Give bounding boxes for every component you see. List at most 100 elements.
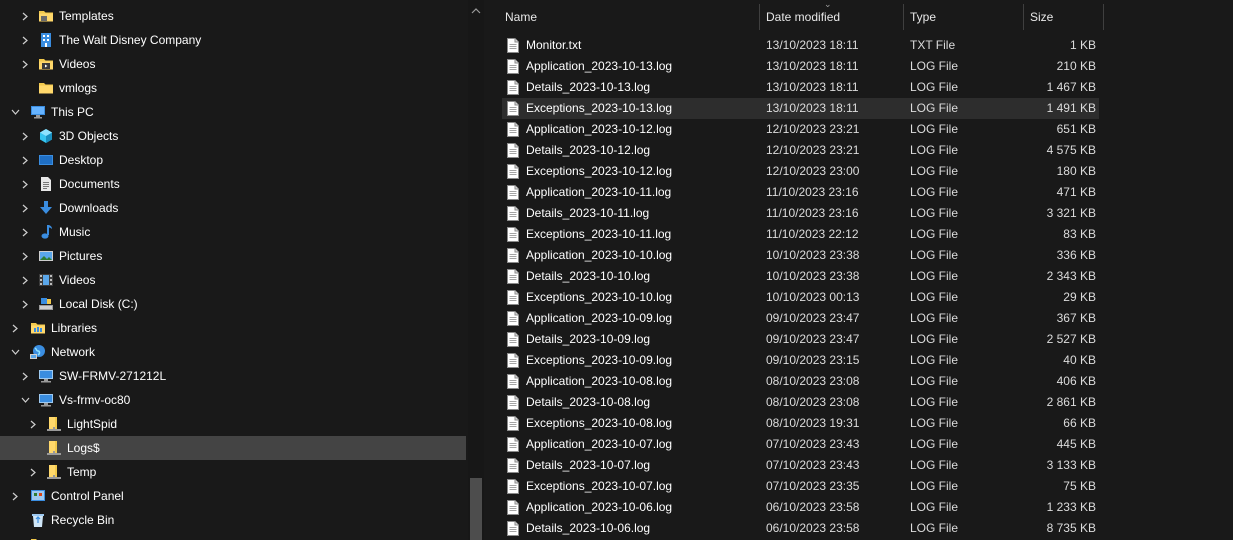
nav-item-videos[interactable]: Videos	[0, 52, 466, 76]
column-header-date-modified[interactable]: Date modified	[766, 0, 840, 34]
file-row[interactable]: Application_2023-10-11.log 11/10/2023 23:…	[502, 182, 1099, 203]
nav-item-music[interactable]: Music	[0, 220, 466, 244]
nav-item-desktop[interactable]: Desktop	[0, 148, 466, 172]
file-row[interactable]: Details_2023-10-07.log 07/10/2023 23:43 LO…	[502, 455, 1099, 476]
chevron-right-icon[interactable]	[20, 292, 30, 316]
file-name: Application_2023-10-09.log	[526, 311, 673, 325]
computer-icon	[38, 368, 54, 384]
file-row[interactable]: Application_2023-10-13.log 13/10/2023 18:…	[502, 56, 1099, 77]
nav-item-local-disk-c[interactable]: Local Disk (C:)	[0, 292, 466, 316]
nav-item-blank[interactable]	[0, 532, 466, 540]
file-size: 336 KB	[1056, 248, 1096, 262]
file-row[interactable]: Exceptions_2023-10-10.log 10/10/2023 00:1…	[502, 287, 1099, 308]
nav-item-control-panel[interactable]: Control Panel	[0, 484, 466, 508]
chevron-right-icon[interactable]	[20, 148, 30, 172]
nav-item-templates[interactable]: Templates	[0, 4, 466, 28]
column-header-type[interactable]: Type	[910, 0, 936, 34]
chevron-right-icon[interactable]	[10, 316, 20, 340]
file-row[interactable]: Details_2023-10-08.log 08/10/2023 23:08 LO…	[502, 392, 1099, 413]
file-type: LOG File	[910, 206, 959, 220]
file-date-modified: 09/10/2023 23:15	[766, 353, 860, 367]
scroll-up-arrow-icon[interactable]	[471, 8, 481, 14]
nav-item-label: SW-FRMV-271212L	[59, 369, 167, 383]
nav-item-lightspid[interactable]: LightSpid	[0, 412, 466, 436]
nav-item-vmlogs[interactable]: vmlogs	[0, 76, 466, 100]
chevron-right-icon[interactable]	[20, 28, 30, 52]
nav-item-recycle-bin[interactable]: Recycle Bin	[0, 508, 466, 532]
nav-item-temp[interactable]: Temp	[0, 460, 466, 484]
file-name: Details_2023-10-08.log	[526, 395, 651, 409]
nav-item-label: Temp	[67, 465, 97, 479]
network-icon	[30, 344, 46, 360]
column-divider[interactable]	[759, 4, 760, 30]
nav-item-label: Logs$	[67, 441, 100, 455]
file-row[interactable]: Details_2023-10-12.log 12/10/2023 23:21 LO…	[502, 140, 1099, 161]
chevron-right-icon[interactable]	[10, 532, 20, 540]
file-name: Application_2023-10-13.log	[526, 59, 673, 73]
file-row[interactable]: Application_2023-10-06.log 06/10/2023 23:…	[502, 497, 1099, 518]
file-row[interactable]: Exceptions_2023-10-13.log 13/10/2023 18:1…	[502, 98, 1099, 119]
column-header-name[interactable]: Name	[505, 0, 537, 34]
file-row[interactable]: Exceptions_2023-10-08.log 08/10/2023 19:3…	[502, 413, 1099, 434]
nav-item-downloads[interactable]: Downloads	[0, 196, 466, 220]
chevron-right-icon[interactable]	[20, 244, 30, 268]
chevron-right-icon[interactable]	[20, 268, 30, 292]
file-size: 2 527 KB	[1046, 332, 1096, 346]
column-divider[interactable]	[1023, 4, 1024, 30]
chevron-down-icon[interactable]	[10, 100, 20, 124]
nav-item-network[interactable]: Network	[0, 340, 466, 364]
file-row[interactable]: Exceptions_2023-10-07.log 07/10/2023 23:3…	[502, 476, 1099, 497]
file-row[interactable]: Monitor.txt 13/10/2023 18:11 TXT File 1 KB	[502, 35, 1099, 56]
file-row[interactable]: Exceptions_2023-10-11.log 11/10/2023 22:1…	[502, 224, 1099, 245]
chevron-right-icon[interactable]	[28, 412, 38, 436]
nav-item-documents[interactable]: Documents	[0, 172, 466, 196]
nav-item-3d-objects[interactable]: 3D Objects	[0, 124, 466, 148]
file-row[interactable]: Application_2023-10-12.log 12/10/2023 23:…	[502, 119, 1099, 140]
file-row[interactable]: Details_2023-10-13.log 13/10/2023 18:11 LO…	[502, 77, 1099, 98]
file-size: 180 KB	[1056, 164, 1096, 178]
chevron-right-icon[interactable]	[28, 460, 38, 484]
file-type: LOG File	[910, 332, 959, 346]
nav-item-the-walt-disney-company[interactable]: The Walt Disney Company	[0, 28, 466, 52]
libraries-icon	[30, 320, 46, 336]
column-divider[interactable]	[903, 4, 904, 30]
file-type: LOG File	[910, 353, 959, 367]
chevron-right-icon[interactable]	[20, 364, 30, 388]
file-name: Application_2023-10-08.log	[526, 374, 673, 388]
file-row[interactable]: Details_2023-10-11.log 11/10/2023 23:16 LO…	[502, 203, 1099, 224]
text-file-icon	[507, 80, 519, 95]
file-row[interactable]: Application_2023-10-08.log 08/10/2023 23:…	[502, 371, 1099, 392]
file-row[interactable]: Exceptions_2023-10-12.log 12/10/2023 23:0…	[502, 161, 1099, 182]
nav-item-videos[interactable]: Videos	[0, 268, 466, 292]
file-row[interactable]: Application_2023-10-09.log 09/10/2023 23:…	[502, 308, 1099, 329]
nav-item-this-pc[interactable]: This PC	[0, 100, 466, 124]
file-row[interactable]: Exceptions_2023-10-09.log 09/10/2023 23:1…	[502, 350, 1099, 371]
chevron-down-icon[interactable]	[20, 388, 30, 412]
file-date-modified: 06/10/2023 23:58	[766, 500, 860, 514]
nav-item-vs-frmv-oc80[interactable]: Vs-frmv-oc80	[0, 388, 466, 412]
file-row[interactable]: Application_2023-10-07.log 07/10/2023 23:…	[502, 434, 1099, 455]
chevron-right-icon[interactable]	[20, 220, 30, 244]
chevron-right-icon[interactable]	[20, 172, 30, 196]
nav-item-pictures[interactable]: Pictures	[0, 244, 466, 268]
column-divider[interactable]	[1103, 4, 1104, 30]
nav-item-label: This PC	[51, 105, 94, 119]
chevron-down-icon[interactable]	[10, 340, 20, 364]
nav-item-logs[interactable]: Logs$	[0, 436, 466, 460]
file-row[interactable]: Details_2023-10-06.log 06/10/2023 23:58 LO…	[502, 518, 1099, 539]
nav-item-sw-frmv-271212l[interactable]: SW-FRMV-271212L	[0, 364, 466, 388]
chevron-right-icon[interactable]	[20, 4, 30, 28]
file-row[interactable]: Details_2023-10-10.log 10/10/2023 23:38 LO…	[502, 266, 1099, 287]
column-header-size[interactable]: Size	[1030, 0, 1053, 34]
navigation-scrollbar[interactable]	[468, 0, 484, 540]
nav-item-libraries[interactable]: Libraries	[0, 316, 466, 340]
chevron-right-icon[interactable]	[20, 52, 30, 76]
chevron-right-icon[interactable]	[20, 124, 30, 148]
scrollbar-thumb[interactable]	[470, 478, 482, 540]
chevron-right-icon[interactable]	[10, 484, 20, 508]
file-row[interactable]: Application_2023-10-10.log 10/10/2023 23:…	[502, 245, 1099, 266]
chevron-right-icon[interactable]	[20, 196, 30, 220]
file-row[interactable]: Details_2023-10-09.log 09/10/2023 23:47 LO…	[502, 329, 1099, 350]
text-file-icon	[507, 143, 519, 158]
file-name: Application_2023-10-07.log	[526, 437, 673, 451]
